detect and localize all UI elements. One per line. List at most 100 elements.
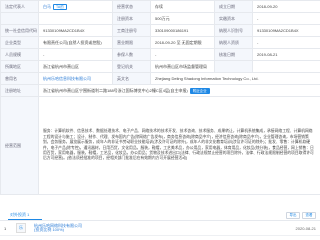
info-row: 统一社会信用代码 91330109MA2CD1B4X 工商注册号 3301090001… — [0, 24, 320, 37]
investment-list: 1 乐杭州乐哈网络科技有限公司 (投资比例 100%) 2020-08-21 — [0, 222, 320, 236]
cell-text: 曾用名 — [5, 76, 17, 81]
info-row: 经营范围 服务：计算机软件、信息技术、数据处理技术、电子产品、网络技术的技术开发、… — [0, 96, 320, 195]
info-row: 注册资本 500万元 实缴资本 - — [0, 12, 320, 25]
cell-text: 杭州市萧山区市场监督管理局 — [155, 64, 207, 69]
field-value: 330109000186191 — [150, 24, 215, 37]
cell-text: 工商注册号 — [117, 28, 137, 33]
field-value: 91330109MA2CD1B4X — [38, 24, 113, 37]
field-label: 营业期限 — [112, 36, 151, 49]
field-value: 2018-09-20 至 无固定期限 — [150, 36, 215, 49]
cell-text: 法定代表人 — [5, 4, 25, 9]
field-label: 英文名 — [112, 72, 151, 85]
company-logo-cell: 乐 — [12, 222, 30, 236]
info-row: 法定代表人 白马 TA的 经营状态 存续 成立日期 2018-09-20 — [0, 0, 320, 13]
info-row: 人员规模 - 参保人数 - 核准日期 2019-08-21 — [0, 48, 320, 61]
cell-text: 成立日期 — [219, 4, 235, 9]
field-value: 存续 — [150, 0, 215, 13]
value-tag[interactable]: 附近企业 — [189, 87, 210, 94]
company-logo: 乐 — [16, 223, 26, 234]
field-label: 注册地址 — [0, 84, 39, 97]
cell-text: 营业期限 — [117, 40, 133, 45]
value-link[interactable]: 白马 — [43, 4, 51, 9]
field-label: 法定代表人 — [0, 0, 39, 13]
export-button[interactable]: 导出 — [286, 212, 300, 219]
field-value[interactable]: 杭州乐哈信息科技有限公司 — [38, 72, 113, 85]
field-value: - — [150, 48, 215, 61]
field-value: 91330109MA2CD1B4X — [252, 24, 320, 37]
cell-text: 经营状态 — [117, 4, 133, 9]
field-label: 统一社会信用代码 — [0, 24, 39, 37]
cell-text: 纳税人识别号 — [219, 28, 243, 33]
tab-underline — [8, 219, 42, 220]
cell-text: 所属地区 — [5, 64, 21, 69]
cell-text: 有限责任公司(自然人投资或控股) — [43, 40, 102, 45]
value-link[interactable]: 杭州乐哈信息科技有限公司 — [43, 76, 91, 81]
field-label: 参保人数 — [112, 48, 151, 61]
cell-text: - — [257, 16, 259, 21]
cell-text: 2018-09-20 — [257, 4, 278, 9]
field-label: 企业类型 — [0, 36, 39, 49]
field-value: - — [252, 12, 320, 25]
investment-ratio: (投资比例 100%) — [34, 227, 65, 233]
field-value: - — [38, 48, 113, 61]
field-label: 纳税人资质 — [214, 36, 253, 49]
field-label: 登记机关 — [112, 60, 151, 73]
cell-text: 登记机关 — [117, 64, 133, 69]
field-value: 2018-09-20 — [252, 0, 320, 13]
info-row: 注册地址 浙江省杭州市萧山区宁围街道利二路188号浙江国际博览中心2幢C区4层(自… — [0, 84, 320, 97]
cell-text: 核准日期 — [219, 52, 235, 57]
investment-tabbar: 对外投资 1 导出 查看 — [0, 210, 320, 221]
field-label — [0, 12, 39, 25]
view-button[interactable]: 查看 — [302, 212, 316, 219]
field-value[interactable]: 白马 TA的 — [38, 0, 113, 13]
cell-text: 330109000186191 — [155, 28, 189, 33]
list-item[interactable]: 1 乐杭州乐哈网络科技有限公司 (投资比例 100%) 2020-08-21 — [0, 222, 320, 236]
field-label: 核准日期 — [214, 48, 253, 61]
cell-text: 浙江省杭州市萧山区 — [43, 64, 79, 69]
field-value: 500万元 — [150, 12, 215, 25]
registry-info-table: 法定代表人 白马 TA的 经营状态 存续 成立日期 2018-09-20 注册资本 500万元实… — [0, 0, 320, 195]
field-label: 所属地区 — [0, 60, 39, 73]
cell-text: 经营范围 — [5, 143, 21, 148]
field-label: 经营状态 — [112, 0, 151, 13]
investment-section: 对外投资 1 导出 查看 1 乐杭州乐哈网络科技有限公司 (投资比例 100%) 20… — [0, 210, 320, 240]
cell-text: 浙江省杭州市萧山区宁围街道利二路188号浙江国际博览中心2幢C区4层(自主申报) — [43, 87, 188, 93]
cell-text: 实缴资本 — [219, 16, 235, 21]
cell-text: 统一社会信用代码 — [5, 28, 37, 33]
cell-text: - — [43, 52, 45, 57]
cell-text: 91330109MA2CD1B4X — [257, 28, 299, 33]
field-label: 曾用名 — [0, 72, 39, 85]
field-value: Zhejiang Deling Shadong Information Tech… — [150, 72, 320, 85]
info-row: 曾用名 杭州乐哈信息科技有限公司 英文名 Zhejiang Deling Shadon… — [0, 72, 320, 85]
cell-text: 服务：计算机软件、信息技术、数据处理技术、电子产品、网络技术的技术开发、技术咨询… — [43, 129, 314, 161]
cell-text: 注册地址 — [5, 88, 21, 93]
field-label: 注册资本 — [112, 12, 151, 25]
cell-text: 2019-08-21 — [257, 52, 278, 57]
cell-text: Zhejiang Deling Shadong Information Tech… — [155, 76, 259, 81]
tab-investment[interactable]: 对外投资 1 — [10, 212, 29, 218]
field-value: 杭州市萧山区市场监督管理局 — [150, 60, 215, 73]
invest-date: 2020-08-21 — [280, 222, 320, 236]
field-label: 纳税人识别号 — [214, 24, 253, 37]
field-label: 实缴资本 — [214, 12, 253, 25]
row-number: 1 — [0, 222, 12, 236]
field-value — [252, 60, 320, 73]
cell-text: 2018-09-20 至 无固定期限 — [155, 40, 202, 45]
field-label: 工商注册号 — [112, 24, 151, 37]
field-label — [214, 60, 253, 73]
cell-text: 纳税人资质 — [219, 40, 239, 45]
field-label: 经营范围 — [0, 96, 39, 195]
value-tag[interactable]: TA的 — [53, 3, 67, 10]
cell-text: 人员规模 — [5, 52, 21, 57]
cell-text: - — [257, 40, 259, 45]
info-row: 企业类型 有限责任公司(自然人投资或控股) 营业期限 2018-09-20 至 无固定… — [0, 36, 320, 49]
cell-text: 500万元 — [155, 16, 170, 21]
cell-text: 企业类型 — [5, 40, 21, 45]
field-value: - — [252, 36, 320, 49]
field-value: 浙江省杭州市萧山区宁围街道利二路188号浙江国际博览中心2幢C区4层(自主申报)… — [38, 84, 320, 97]
field-label: 成立日期 — [214, 0, 253, 13]
field-label: 人员规模 — [0, 48, 39, 61]
cell-text: 参保人数 — [117, 52, 133, 57]
cell-text: - — [155, 52, 157, 57]
company-name-cell[interactable]: 杭州乐哈网络科技有限公司 (投资比例 100%) — [30, 222, 280, 236]
